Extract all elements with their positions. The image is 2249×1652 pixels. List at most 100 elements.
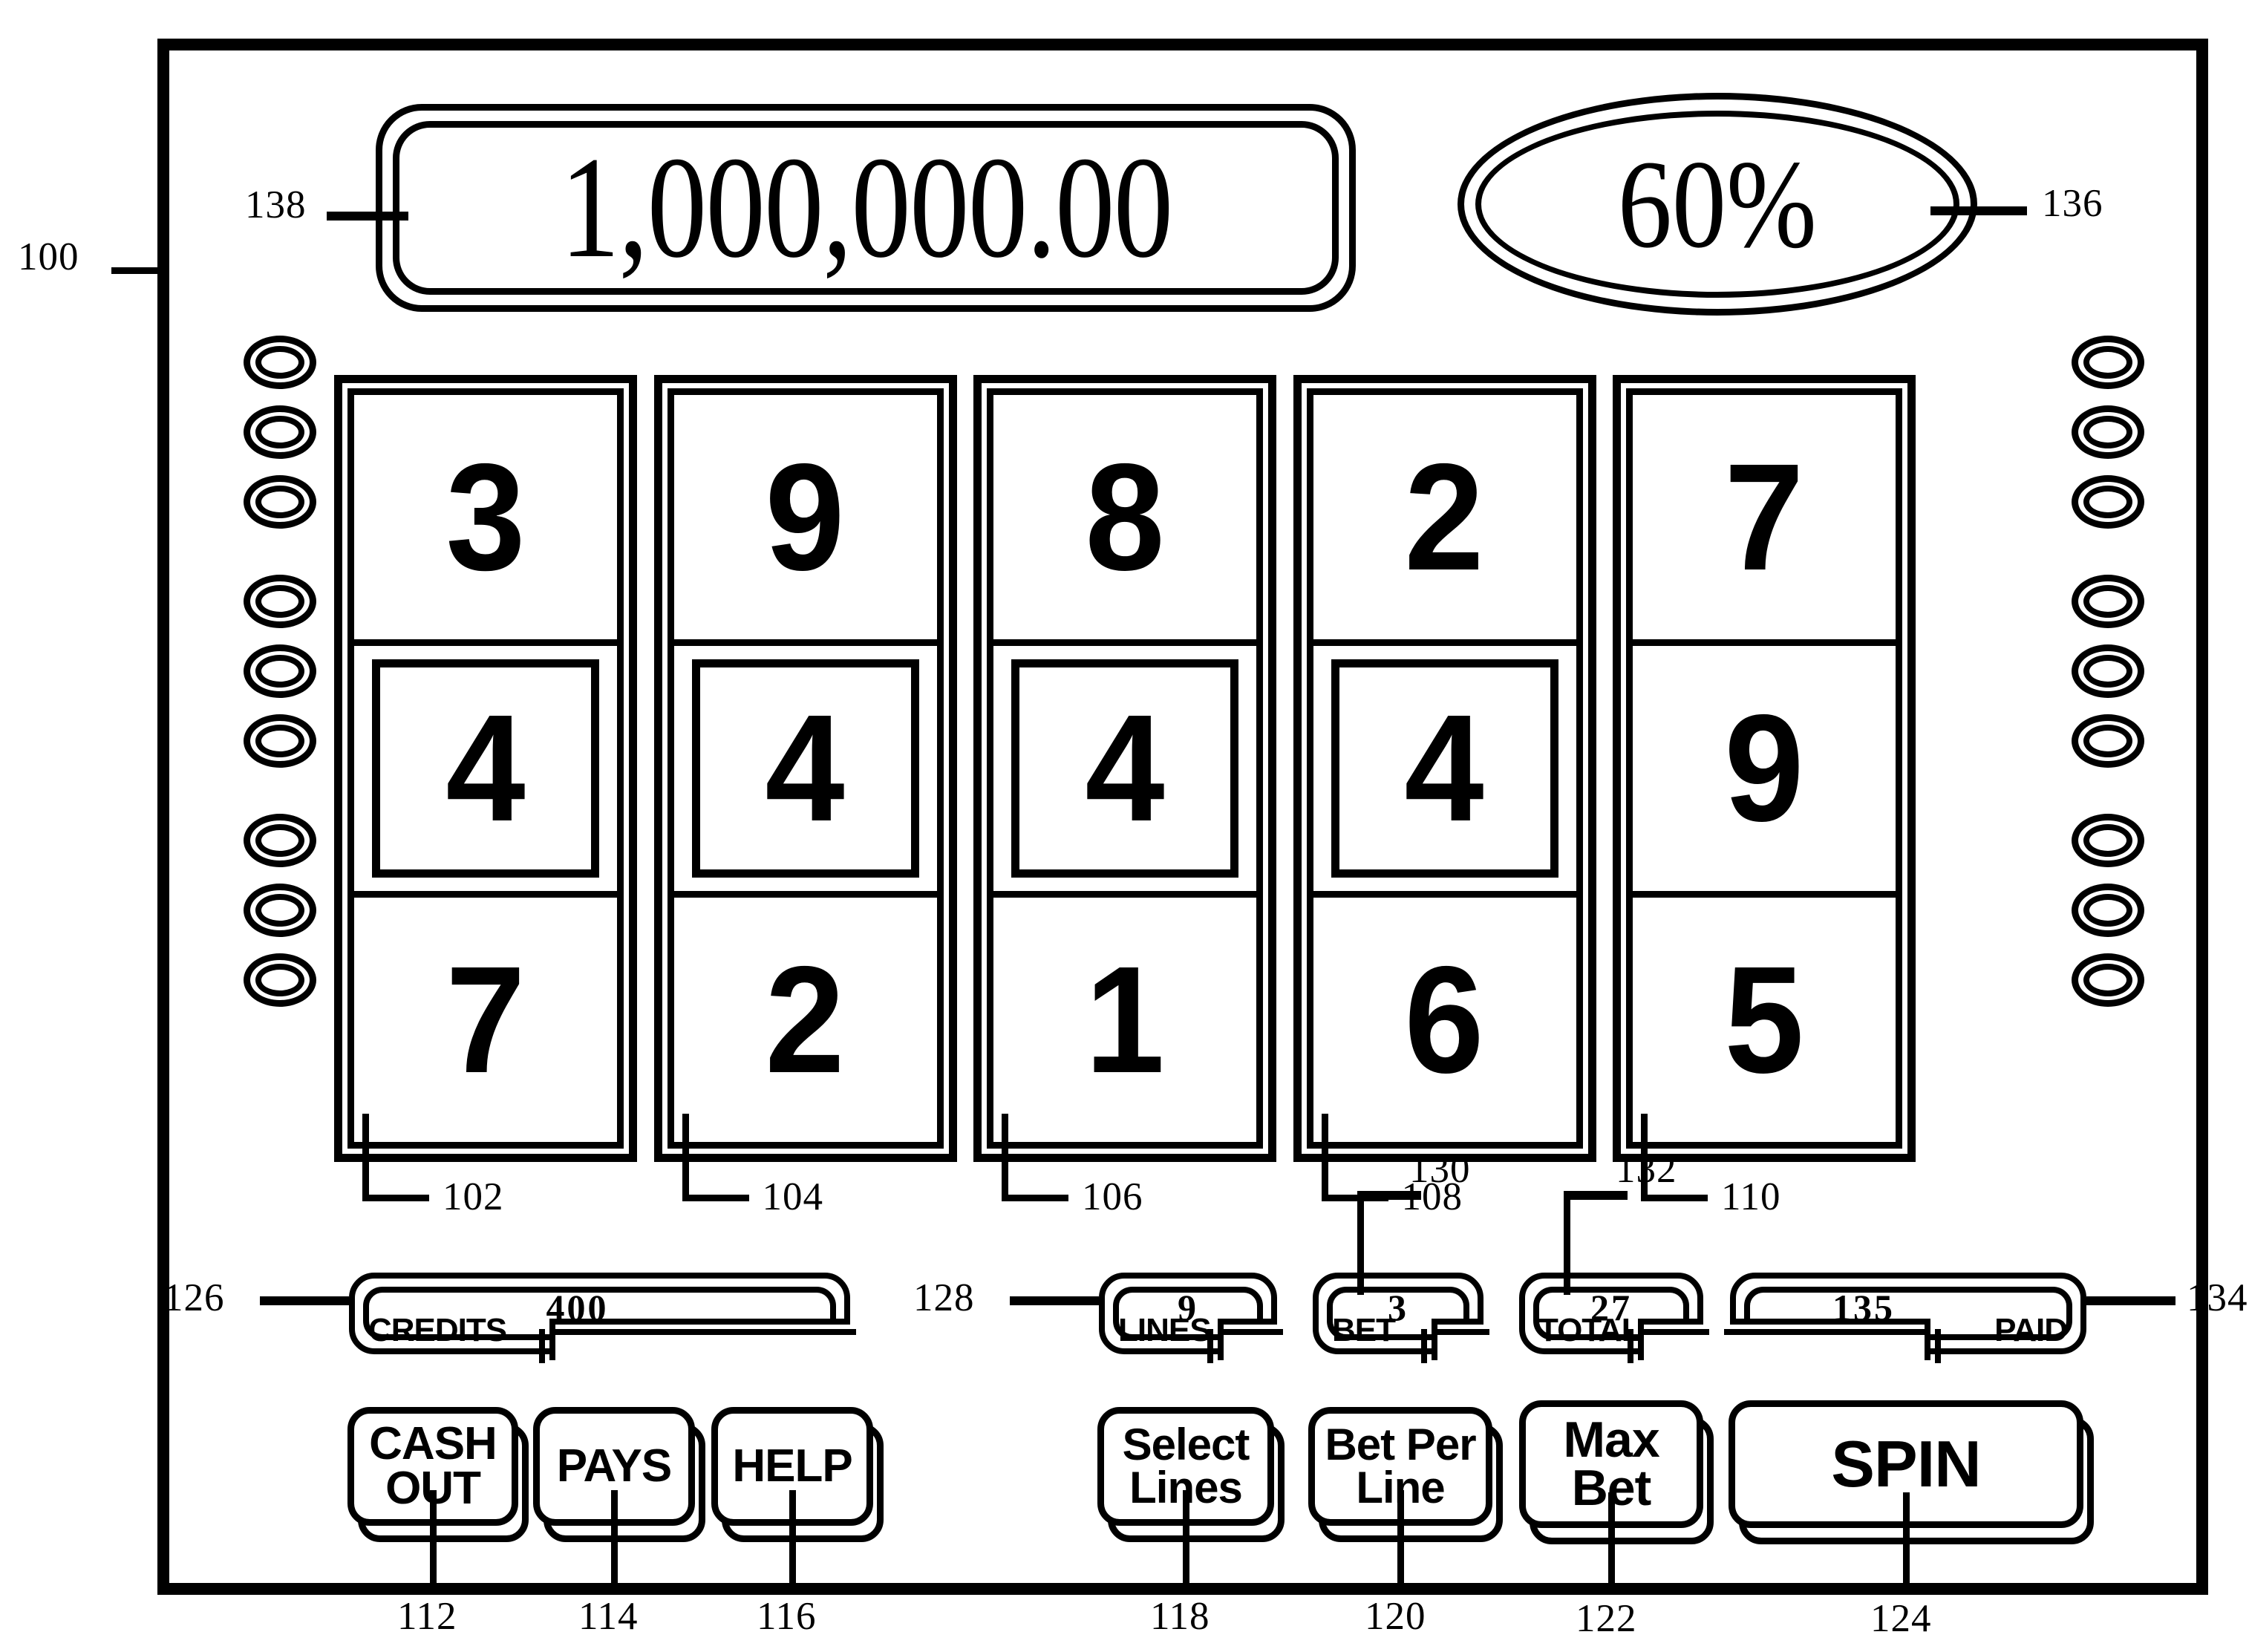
reel-5-symbol-cell-1: 7 <box>1633 395 1896 647</box>
lamp-right-5 <box>2072 644 2144 698</box>
meter-lines-tab-edge-bottom <box>1218 1329 1283 1335</box>
lamp-left-7 <box>244 814 316 867</box>
ref-numeral-118: 118 <box>1150 1595 1210 1638</box>
reel-2-symbol-cell-2: 4 <box>673 646 937 898</box>
ref-numeral-120: 120 <box>1365 1595 1426 1638</box>
leader-line-112 <box>430 1490 437 1587</box>
ref-numeral-130: 130 <box>1409 1148 1471 1191</box>
reel-3-symbol-cell-3: 1 <box>993 898 1256 1142</box>
reel-1-symbol-cell-2: 4 <box>354 646 617 898</box>
reel-3-symbol-3: 1 <box>1085 934 1165 1105</box>
reel-3-symbol-cell-2: 4 <box>993 646 1256 898</box>
ref-numeral-136: 136 <box>2042 182 2103 225</box>
meter-credits-tab-edge-bottom <box>549 1329 856 1335</box>
lamp-column-right <box>2072 336 2153 1053</box>
reel-3[interactable]: 8 4 1 <box>973 375 1276 1162</box>
meter-credits-tab-cut <box>549 1322 850 1360</box>
reel-1-symbol-3: 7 <box>445 934 526 1105</box>
ref-numeral-124: 124 <box>1870 1597 1932 1640</box>
lamp-left-4 <box>244 575 316 628</box>
leader-line-110-horizontal <box>1641 1195 1708 1201</box>
reel-2-symbol-cell-1: 9 <box>673 395 937 647</box>
leader-line-118 <box>1183 1490 1189 1587</box>
reel-1-symbol-1: 3 <box>445 432 526 603</box>
reel-3-symbol-1: 8 <box>1085 432 1165 603</box>
meter-lines-tab-cut <box>1218 1322 1277 1360</box>
ref-numeral-138: 138 <box>245 183 307 226</box>
meter-total-tab-step-outer <box>1628 1329 1633 1363</box>
meter-lines-tab-edge-top <box>1218 1319 1277 1325</box>
credit-win-display-inner: 1,000,000.00 <box>393 121 1339 295</box>
lamp-left-3 <box>244 475 316 529</box>
meter-credits-tab-edge-top <box>549 1319 850 1325</box>
reel-2-symbol-2: 4 <box>765 683 846 854</box>
leader-line-114 <box>611 1490 618 1587</box>
reel-3-window: 8 4 1 <box>987 388 1263 1149</box>
leader-line-108-vertical <box>1321 1114 1328 1201</box>
lamp-right-4 <box>2072 575 2144 628</box>
leader-line-138 <box>327 212 408 221</box>
button-pays-label-line-1: PAYS <box>556 1440 673 1492</box>
ref-numeral-114: 114 <box>578 1595 639 1638</box>
meter-lines-tab-step-outer <box>1207 1329 1213 1363</box>
meter-total-tab-cut <box>1638 1322 1703 1360</box>
reel-5-symbol-cell-3: 5 <box>1633 898 1896 1142</box>
reel-1[interactable]: 3 4 7 <box>334 375 637 1162</box>
ref-numeral-116: 116 <box>757 1595 817 1638</box>
meter-paid-tab-cut <box>1730 1322 1930 1360</box>
lamp-left-5 <box>244 644 316 698</box>
reel-2-window: 9 4 2 <box>667 388 944 1149</box>
leader-line-106-vertical <box>1002 1114 1008 1201</box>
leader-line-104-vertical <box>682 1114 689 1201</box>
leader-line-134 <box>2086 1296 2175 1305</box>
lamp-left-6 <box>244 714 316 768</box>
button-select-lines-label-line-1: Select <box>1122 1420 1250 1470</box>
ref-numeral-132: 132 <box>1616 1148 1677 1191</box>
reel-2-symbol-1: 9 <box>765 432 846 603</box>
reel-5[interactable]: 7 9 5 <box>1613 375 1916 1162</box>
ref-numeral-106: 106 <box>1082 1175 1143 1218</box>
reel-5-symbol-2: 9 <box>1724 683 1804 854</box>
meter-paid-tab-edge-top <box>1730 1319 1930 1325</box>
lamp-left-2 <box>244 405 316 459</box>
meter-total-tab-edge-bottom <box>1638 1329 1709 1335</box>
ref-numeral-134: 134 <box>2187 1276 2248 1319</box>
lamp-right-2 <box>2072 405 2144 459</box>
reel-3-symbol-2: 4 <box>1085 683 1165 854</box>
reel-1-symbol-cell-3: 7 <box>354 898 617 1142</box>
reel-1-window: 3 4 7 <box>347 388 624 1149</box>
meter-paid-tab-step-outer <box>1935 1329 1941 1363</box>
reel-4[interactable]: 2 4 6 <box>1293 375 1596 1162</box>
figure-canvas: 100 1,000,000.00 138 60% 136 34794284124… <box>0 0 2249 1650</box>
lamp-right-7 <box>2072 814 2144 867</box>
meter-lines-tab-step <box>1218 1319 1224 1360</box>
payback-percent-oval-inner: 60% <box>1475 111 1959 298</box>
reel-4-symbol-1: 2 <box>1404 432 1485 603</box>
lamp-right-3 <box>2072 475 2144 529</box>
reel-1-winning-symbol-box: 4 <box>372 659 599 878</box>
ref-numeral-110: 110 <box>1721 1175 1781 1218</box>
leader-line-122 <box>1608 1492 1615 1589</box>
reel-4-symbol-cell-2: 4 <box>1313 646 1576 898</box>
leader-line-124 <box>1903 1492 1910 1589</box>
lamp-group <box>244 575 325 768</box>
leader-line-130-vertical <box>1357 1191 1364 1295</box>
reel-3-symbol-cell-1: 8 <box>993 395 1256 647</box>
reel-5-window: 7 9 5 <box>1626 388 1902 1149</box>
reel-2[interactable]: 9 4 2 <box>653 375 957 1162</box>
lamp-group <box>2072 575 2153 768</box>
ref-numeral-122: 122 <box>1576 1597 1637 1640</box>
lamp-left-9 <box>244 953 316 1007</box>
reel-1-symbol-2: 4 <box>445 683 526 854</box>
meter-bet-tab-edge-top <box>1432 1319 1483 1325</box>
leader-line-116 <box>789 1490 796 1587</box>
leader-line-132-horizontal <box>1564 1191 1628 1200</box>
ref-numeral-112: 112 <box>397 1595 457 1638</box>
reel-2-winning-symbol-box: 4 <box>691 659 919 878</box>
ref-numeral-126: 126 <box>163 1276 225 1319</box>
button-cash-out-label-line-1: CASH <box>369 1418 497 1470</box>
meter-paid-tab-edge-bottom <box>1724 1329 1930 1335</box>
credit-win-display: 1,000,000.00 <box>376 104 1356 312</box>
reel-3-winning-symbol-box: 4 <box>1011 659 1238 878</box>
button-help-label-line-1: HELP <box>732 1440 852 1492</box>
